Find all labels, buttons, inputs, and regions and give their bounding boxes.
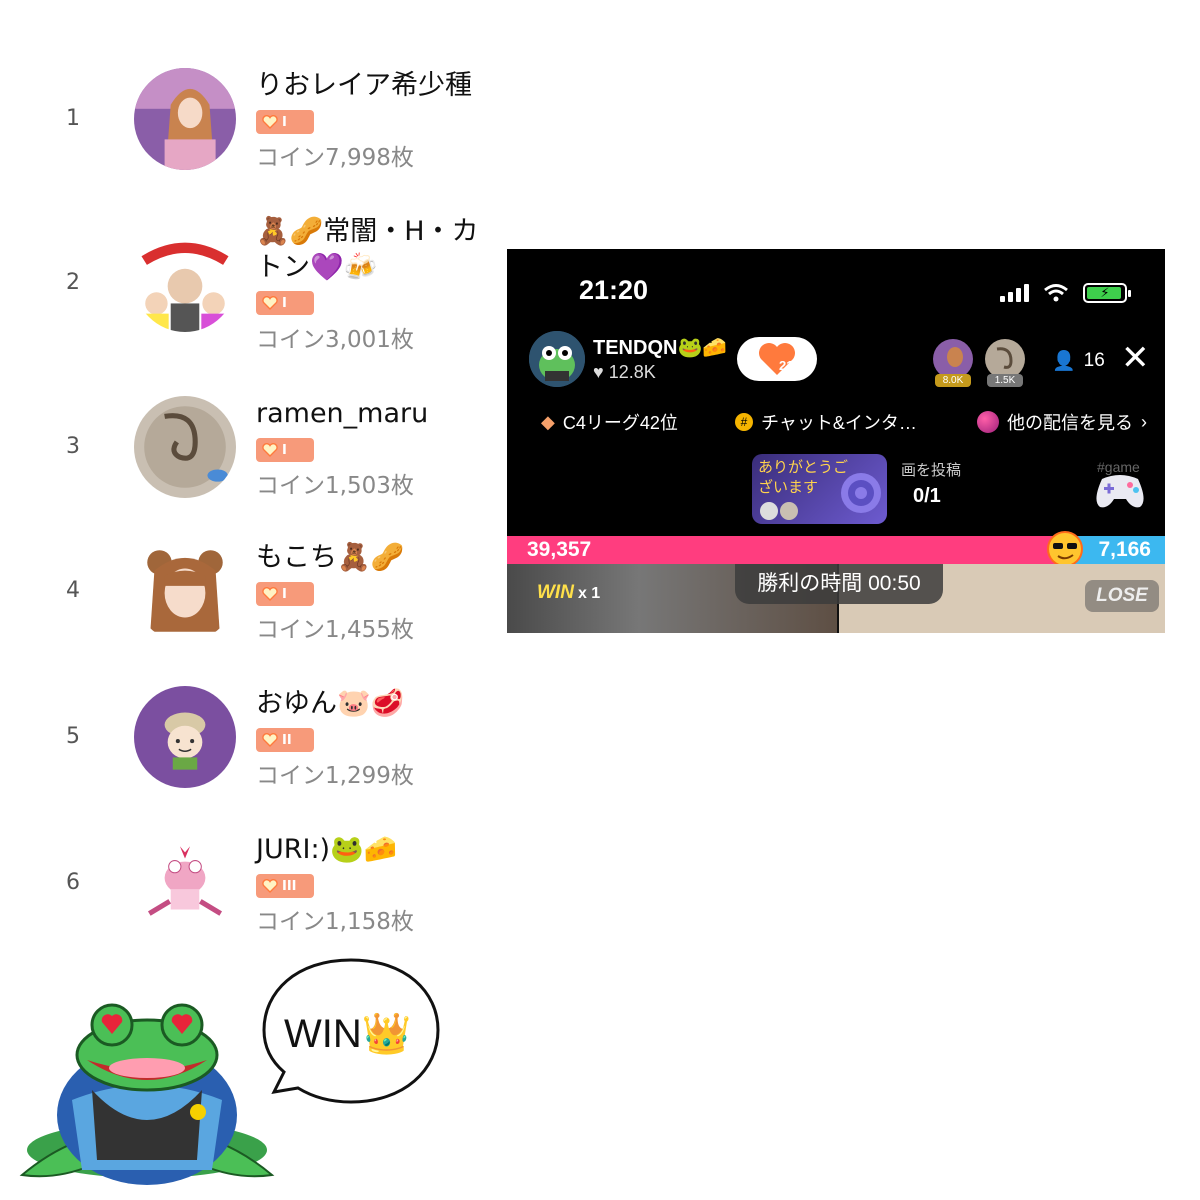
win-count: x 1 bbox=[577, 585, 601, 602]
top-viewer-2[interactable]: 1.5K bbox=[985, 339, 1025, 387]
ranking-row-5[interactable]: 5 おゆん🐷🥩 II コイン1,299枚 bbox=[0, 672, 500, 802]
hashtag-icon: # bbox=[735, 413, 753, 431]
ranking-row-6[interactable]: 6 JURI:)🐸🧀 III コイン1,158枚 bbox=[0, 818, 500, 948]
heart-level-icon: 21 bbox=[759, 343, 795, 375]
rank-number: 4 bbox=[66, 578, 80, 603]
user-name: おゆん🐷🥩 bbox=[256, 688, 405, 719]
gamepad-icon[interactable] bbox=[1092, 471, 1148, 511]
battery-icon: ⚡ bbox=[1083, 283, 1131, 303]
thanks-card[interactable]: ありがとうございます bbox=[752, 454, 887, 524]
status-time: 21:20 bbox=[579, 275, 649, 305]
win-label-text: WIN bbox=[537, 582, 574, 603]
thanks-avatar bbox=[780, 502, 798, 520]
user-name: りおレイア希少種 bbox=[256, 70, 472, 101]
level-badge: II bbox=[256, 728, 314, 752]
league-chip[interactable]: ◆ C4リーグ42位 bbox=[541, 409, 678, 435]
heart-level-text: 21 bbox=[779, 358, 793, 373]
user-name: 🧸🥜常闇・H・カトン💜🍻 bbox=[256, 216, 479, 283]
lose-label: LOSE bbox=[1085, 580, 1159, 612]
ranking-row-2[interactable]: 2 🧸🥜常闇・H・カトン💜🍻 I コイン3,001枚 bbox=[0, 214, 500, 353]
avatar[interactable] bbox=[134, 396, 236, 498]
chevron-right-icon: › bbox=[1141, 411, 1147, 432]
coin-count: コイン7,998枚 bbox=[256, 145, 414, 171]
other-streams-text: 他の配信を見る bbox=[1007, 413, 1133, 433]
level-text: III bbox=[282, 878, 297, 894]
score-left: 39,357 bbox=[527, 538, 592, 561]
rank-number: 1 bbox=[66, 106, 80, 131]
avatar[interactable] bbox=[134, 68, 236, 170]
battle-video: WIN x 1 勝利の時間 00:50 LOSE bbox=[507, 564, 1165, 633]
rank-number: 3 bbox=[66, 434, 80, 459]
level-badge: I bbox=[256, 110, 314, 134]
live-stream-screenshot: 21:20 ⚡ TENDQN🐸🧀 ♥ 12.8K 21 8.0K 1.5K 👤 … bbox=[507, 249, 1165, 633]
close-icon[interactable]: ✕ bbox=[1121, 341, 1150, 375]
host-likes: ♥ 12.8K bbox=[593, 362, 656, 383]
wifi-icon bbox=[1044, 284, 1068, 302]
coin-count: コイン1,503枚 bbox=[256, 473, 414, 499]
ranking-row-3[interactable]: 3 ramen_maru I コイン1,503枚 bbox=[0, 380, 500, 510]
top-viewer-1[interactable]: 8.0K bbox=[933, 339, 973, 387]
viewer-tag: 1.5K bbox=[987, 374, 1023, 387]
heart-icon bbox=[262, 443, 278, 457]
frog-mascot-illustration bbox=[19, 1003, 275, 1185]
level-text: I bbox=[282, 442, 287, 458]
avatar[interactable] bbox=[134, 230, 236, 332]
host-avatar[interactable] bbox=[529, 331, 585, 387]
avatar[interactable] bbox=[134, 832, 236, 934]
user-name: ramen_maru bbox=[256, 398, 429, 429]
coin-count: コイン1,455枚 bbox=[256, 617, 414, 643]
canvas: 1 りおレイア希少種 I コイン7,998枚 2 🧸🥜常闇・H・カトン💜🍻 I … bbox=[0, 0, 1200, 1200]
avatar[interactable] bbox=[134, 686, 236, 788]
bubble-text: WIN👑 bbox=[284, 1012, 412, 1056]
ranking-row-1[interactable]: 1 りおレイア希少種 I コイン7,998枚 bbox=[0, 54, 500, 184]
viewer-count[interactable]: 👤 16 bbox=[1052, 349, 1105, 373]
viewer-count-value: 16 bbox=[1083, 350, 1105, 371]
level-text: I bbox=[282, 114, 287, 130]
hashtag-chip[interactable]: # チャット&インタ… bbox=[735, 409, 917, 435]
other-streams-link[interactable]: 他の配信を見る › bbox=[977, 409, 1147, 435]
score-right: 7,166 bbox=[1098, 538, 1151, 561]
heart-level-button[interactable]: 21 bbox=[737, 337, 817, 381]
target-icon bbox=[841, 473, 881, 513]
win-label: WIN x 1 bbox=[537, 582, 600, 604]
rank-number: 5 bbox=[66, 724, 80, 749]
post-count: 0/1 bbox=[913, 485, 941, 507]
host-likes-count: 12.8K bbox=[608, 362, 656, 382]
heart-icon bbox=[262, 879, 278, 893]
rank-number: 2 bbox=[66, 270, 80, 295]
sunglasses-emoji-icon bbox=[1047, 531, 1083, 567]
person-icon: 👤 bbox=[1052, 351, 1076, 372]
diamond-icon: ◆ bbox=[541, 411, 555, 432]
user-name: JURI:)🐸🧀 bbox=[256, 834, 398, 865]
level-text: I bbox=[282, 295, 287, 311]
viewer-tag: 8.0K bbox=[935, 374, 971, 387]
coin-count: コイン1,158枚 bbox=[256, 909, 414, 935]
hashtag-text: チャット&インタ… bbox=[761, 413, 917, 433]
planet-icon bbox=[977, 411, 999, 433]
level-text: II bbox=[282, 732, 292, 748]
avatar[interactable] bbox=[134, 540, 236, 642]
level-text: I bbox=[282, 586, 287, 602]
heart-icon bbox=[262, 587, 278, 601]
thanks-avatar bbox=[760, 502, 778, 520]
league-text: C4リーグ42位 bbox=[562, 413, 678, 433]
heart-icon: ♥ bbox=[593, 362, 609, 382]
level-badge: I bbox=[256, 438, 314, 462]
heart-icon bbox=[262, 296, 278, 310]
ranking-row-4[interactable]: 4 もこち🧸🥜 I コイン1,455枚 bbox=[0, 526, 500, 656]
heart-icon bbox=[262, 115, 278, 129]
signal-icon bbox=[1000, 284, 1029, 302]
post-label: 画を投稿 bbox=[901, 462, 962, 479]
host-name[interactable]: TENDQN🐸🧀 bbox=[593, 335, 727, 360]
level-badge: III bbox=[256, 874, 314, 898]
status-icons: ⚡ bbox=[1000, 283, 1131, 303]
level-badge: I bbox=[256, 291, 314, 315]
user-name: もこち🧸🥜 bbox=[256, 542, 405, 573]
battle-timer: 勝利の時間 00:50 bbox=[735, 564, 943, 604]
coin-count: コイン1,299枚 bbox=[256, 763, 414, 789]
level-badge: I bbox=[256, 582, 314, 606]
heart-icon bbox=[262, 733, 278, 747]
coin-count: コイン3,001枚 bbox=[256, 327, 414, 353]
rank-number: 6 bbox=[66, 870, 80, 895]
